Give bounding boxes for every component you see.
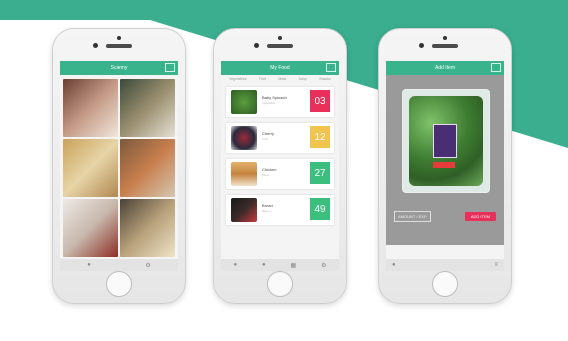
food-name: Bread [262,203,273,208]
sensor-dot [419,43,424,48]
tab-bar: ● ⚙ [60,259,178,271]
page-title: Scanny [110,65,128,71]
food-name: Baby Spinach [262,95,287,100]
page-title: My Food [270,65,290,71]
food-card[interactable]: Cherry Fruit 12 [226,123,334,153]
food-category: Bakery [262,209,272,213]
list-icon[interactable]: ● [262,262,266,268]
app-header: Add Item [386,61,504,75]
phone-my-food: My Food Vegetables Fruit Meat Dairy Snac… [213,28,347,304]
tab-dairy[interactable]: Dairy [299,77,307,81]
food-thumbnail [231,198,257,222]
days-badge: 49 [310,198,330,220]
add-item-screen: Add Item AMOUNT / EXP ADD ITEM ● ≡ [386,61,504,271]
photo-tile[interactable] [120,199,175,257]
scanny-screen: Scanny ● ⚙ [60,61,178,271]
tab-vegetables[interactable]: Vegetables [229,77,246,81]
list-icon[interactable]: ≡ [494,262,498,268]
menu-icon[interactable] [491,63,501,72]
camera-icon [117,36,121,40]
food-category: Vegetable [262,101,276,105]
photo-tile[interactable] [120,79,175,137]
food-category: Meat [262,173,269,177]
food-name: Cherry [262,131,275,136]
camera-icon [278,36,282,40]
speaker-slot [106,44,132,48]
home-icon[interactable]: ● [233,262,237,268]
food-card[interactable]: Bread Bakery 49 [226,195,334,225]
add-item-button[interactable]: ADD ITEM [464,212,496,221]
tab-bar: ● ≡ [386,259,504,271]
home-icon[interactable]: ● [87,262,91,268]
food-thumbnail [231,90,257,114]
home-icon[interactable]: ● [392,262,396,268]
grid-icon[interactable]: ▦ [291,262,297,269]
tab-snacks[interactable]: Snacks [319,77,330,81]
product-label-stripe [433,162,455,168]
food-card[interactable]: Baby Spinach Vegetable 03 [226,87,334,117]
speaker-slot [432,44,458,48]
food-card[interactable]: Chicken Meat 27 [226,159,334,189]
speaker-slot [267,44,293,48]
menu-icon[interactable] [326,63,336,72]
menu-icon[interactable] [165,63,175,72]
my-food-screen: My Food Vegetables Fruit Meat Dairy Snac… [221,61,339,271]
days-badge: 03 [310,90,330,112]
sensor-dot [93,43,98,48]
photo-grid [63,79,175,257]
amount-field[interactable]: AMOUNT / EXP [394,211,431,222]
phone-add-item: Add Item AMOUNT / EXP ADD ITEM ● ≡ [378,28,512,304]
sensor-dot [254,43,259,48]
camera-viewfinder: AMOUNT / EXP ADD ITEM [386,75,504,245]
gear-icon[interactable]: ⚙ [145,262,150,269]
photo-tile[interactable] [63,79,118,137]
photo-tile[interactable] [63,199,118,257]
home-button[interactable] [106,271,132,297]
phone-scanny: Scanny ● ⚙ [52,28,186,304]
days-badge: 27 [310,162,330,184]
app-header: Scanny [60,61,178,75]
food-thumbnail [231,126,257,150]
photo-tile[interactable] [63,139,118,197]
app-header: My Food [221,61,339,75]
category-tabs: Vegetables Fruit Meat Dairy Snacks [221,75,339,83]
food-name: Chicken [262,167,277,172]
tab-bar: ● ● ▦ ⚙ [221,259,339,271]
gear-icon[interactable]: ⚙ [321,262,326,269]
tab-fruit[interactable]: Fruit [259,77,266,81]
product-label [433,124,457,158]
food-category: Fruit [262,137,268,141]
days-badge: 12 [310,126,330,148]
page-title: Add Item [434,65,455,71]
scanned-product [402,89,490,193]
home-button[interactable] [432,271,458,297]
camera-icon [443,36,447,40]
photo-tile[interactable] [120,139,175,197]
tab-meat[interactable]: Meat [278,77,286,81]
home-button[interactable] [267,271,293,297]
food-thumbnail [231,162,257,186]
